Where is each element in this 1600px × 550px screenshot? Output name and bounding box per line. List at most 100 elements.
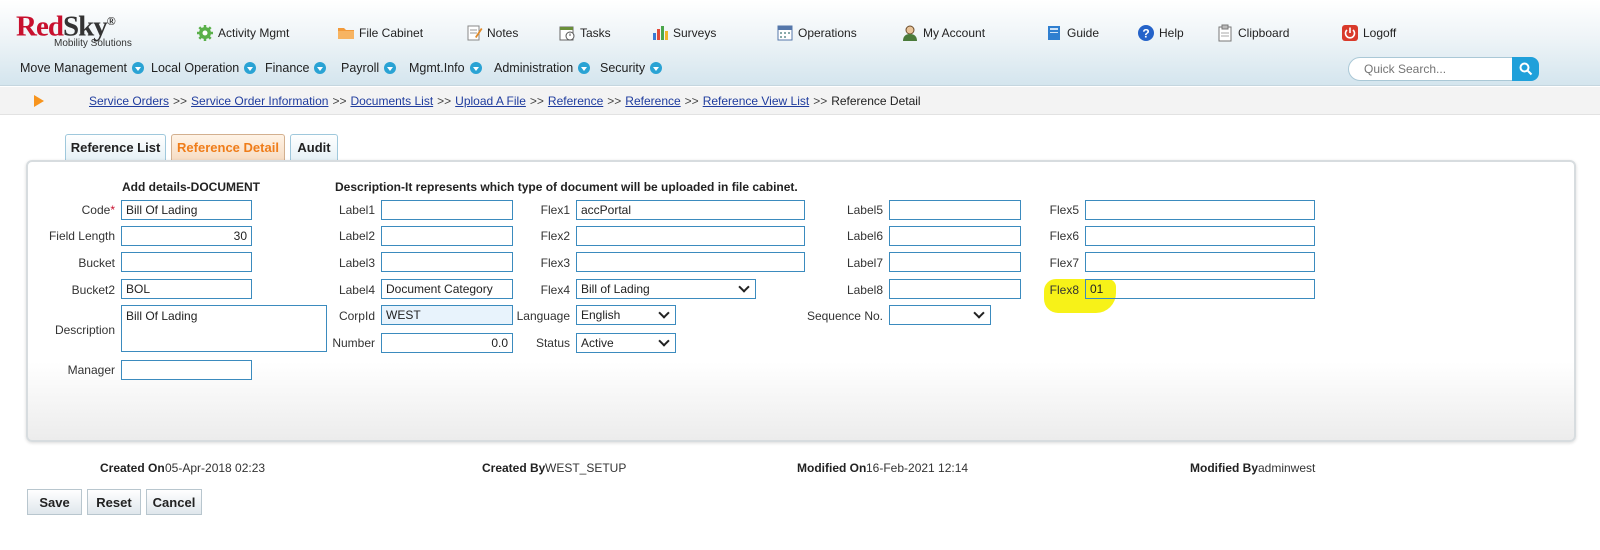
label4-field[interactable] — [381, 279, 513, 299]
label5-field[interactable] — [889, 200, 1021, 220]
label7-field[interactable] — [889, 252, 1021, 272]
topnav-label: My Account — [923, 26, 986, 40]
topnav-help[interactable]: ? Help — [1137, 22, 1184, 44]
field-length-field[interactable] — [121, 226, 252, 246]
mainnav-label: Move Management — [20, 61, 128, 75]
topnav-surveys[interactable]: Surveys — [651, 22, 716, 44]
flex3-field[interactable] — [576, 252, 805, 272]
topnav-label: Activity Mgmt — [218, 26, 290, 40]
chevron-down-icon — [314, 62, 327, 74]
user-icon — [903, 25, 917, 41]
clipboard-icon — [1218, 24, 1232, 42]
label1-field[interactable] — [381, 200, 513, 220]
number-field[interactable] — [381, 333, 513, 353]
chevron-down-icon — [658, 335, 670, 347]
app-header: RedSky® Mobility Solutions Activity Mgmt… — [0, 0, 1600, 86]
sequence-no-select[interactable] — [889, 305, 991, 325]
flex8-label: Flex8 — [1049, 283, 1079, 297]
topnav-notes[interactable]: Notes — [465, 22, 518, 44]
flex6-label: Flex6 — [1049, 229, 1079, 243]
tab-reference-detail[interactable]: Reference Detail — [171, 134, 285, 160]
tasks-icon — [559, 26, 575, 41]
topnav-tasks[interactable]: Tasks — [558, 22, 611, 44]
flex7-field[interactable] — [1085, 252, 1315, 272]
tab-reference-list[interactable]: Reference List — [65, 134, 166, 160]
breadcrumb-separator: >> — [529, 94, 544, 108]
label5-label: Label5 — [846, 203, 883, 217]
topnav-clipboard[interactable]: Clipboard — [1216, 22, 1289, 44]
topnav-guide[interactable]: Guide — [1045, 22, 1099, 44]
folder-icon — [338, 28, 354, 39]
mainnav-payroll[interactable]: Payroll — [341, 61, 397, 75]
modified-by-label: Modified By — [1190, 461, 1258, 475]
notes-icon — [467, 25, 483, 41]
flex5-label: Flex5 — [1049, 203, 1079, 217]
flex4-selected-value: Bill of Lading — [581, 282, 650, 296]
topnav-label: Guide — [1067, 26, 1100, 40]
status-label: Status — [535, 336, 570, 350]
description-field[interactable]: Bill Of Lading — [121, 305, 327, 352]
redsky-logo[interactable]: RedSky® Mobility Solutions — [16, 6, 132, 49]
flex4-select[interactable]: Bill of Lading — [576, 279, 756, 299]
quick-search-input[interactable] — [1348, 57, 1513, 81]
breadcrumb-link-reference-2[interactable]: Reference — [625, 94, 680, 108]
label4-label: Label4 — [338, 283, 375, 297]
label6-field[interactable] — [889, 226, 1021, 246]
label8-field[interactable] — [889, 279, 1021, 299]
language-select[interactable]: English — [576, 305, 676, 325]
mainnav-local-operation[interactable]: Local Operation — [151, 61, 257, 75]
mainnav-finance[interactable]: Finance — [265, 61, 327, 75]
label3-field[interactable] — [381, 252, 513, 272]
mainnav-administration[interactable]: Administration — [494, 61, 591, 75]
description-label: Description — [54, 323, 115, 337]
label2-field[interactable] — [381, 226, 513, 246]
breadcrumb-link-reference[interactable]: Reference — [548, 94, 603, 108]
breadcrumb-separator: >> — [437, 94, 452, 108]
chevron-down-icon — [132, 62, 145, 74]
flex3-label: Flex3 — [540, 256, 570, 270]
corpid-field[interactable] — [381, 305, 513, 325]
topnav-logoff[interactable]: Logoff — [1341, 22, 1396, 44]
breadcrumb-link-service-order-information[interactable]: Service Order Information — [191, 94, 328, 108]
status-select[interactable]: Active — [576, 333, 676, 353]
created-on-value: 05-Apr-2018 02:23 — [165, 461, 266, 475]
search-button[interactable] — [1512, 57, 1539, 81]
bucket2-field[interactable] — [121, 279, 252, 299]
bucket2-label: Bucket2 — [71, 283, 115, 297]
flex2-field[interactable] — [576, 226, 805, 246]
label7-label: Label7 — [846, 256, 883, 270]
flex6-field[interactable] — [1085, 226, 1315, 246]
bucket-field[interactable] — [121, 252, 252, 272]
breadcrumb-link-reference-view-list[interactable]: Reference View List — [703, 94, 810, 108]
topnav-operations[interactable]: Operations — [776, 22, 857, 44]
flex1-field[interactable] — [576, 200, 805, 220]
mainnav-move-management[interactable]: Move Management — [20, 61, 145, 75]
mainnav-mgmt-info[interactable]: Mgmt.Info — [409, 61, 482, 75]
flex5-field[interactable] — [1085, 200, 1315, 220]
breadcrumb-separator: >> — [813, 94, 828, 108]
reset-button[interactable]: Reset — [87, 489, 141, 515]
topnav-activity-mgmt[interactable]: Activity Mgmt — [196, 22, 289, 44]
chevron-down-icon — [244, 62, 257, 74]
cancel-button[interactable]: Cancel — [146, 489, 202, 515]
language-label: Language — [516, 309, 570, 323]
number-label: Number — [332, 336, 375, 350]
topnav-my-account[interactable]: My Account — [901, 22, 985, 44]
bucket-label: Bucket — [78, 256, 115, 270]
topnav-label: Help — [1159, 26, 1184, 40]
tab-audit[interactable]: Audit — [290, 134, 338, 160]
save-button[interactable]: Save — [27, 489, 82, 515]
breadcrumb-link-documents-list[interactable]: Documents List — [350, 94, 433, 108]
topnav-file-cabinet[interactable]: File Cabinet — [337, 22, 423, 44]
mainnav-security[interactable]: Security — [600, 61, 663, 75]
topnav-label: Operations — [798, 26, 857, 40]
breadcrumb-link-upload-a-file[interactable]: Upload A File — [455, 94, 526, 108]
flex8-field[interactable] — [1085, 279, 1315, 299]
code-field[interactable] — [121, 200, 252, 220]
manager-field[interactable] — [121, 360, 252, 380]
topnav-label: Surveys — [673, 26, 717, 40]
breadcrumb-link-service-orders[interactable]: Service Orders — [89, 94, 169, 108]
gear-icon — [197, 25, 213, 41]
created-by-label: Created By — [482, 461, 546, 475]
breadcrumb: Service Orders >> Service Order Informatio… — [89, 94, 921, 108]
